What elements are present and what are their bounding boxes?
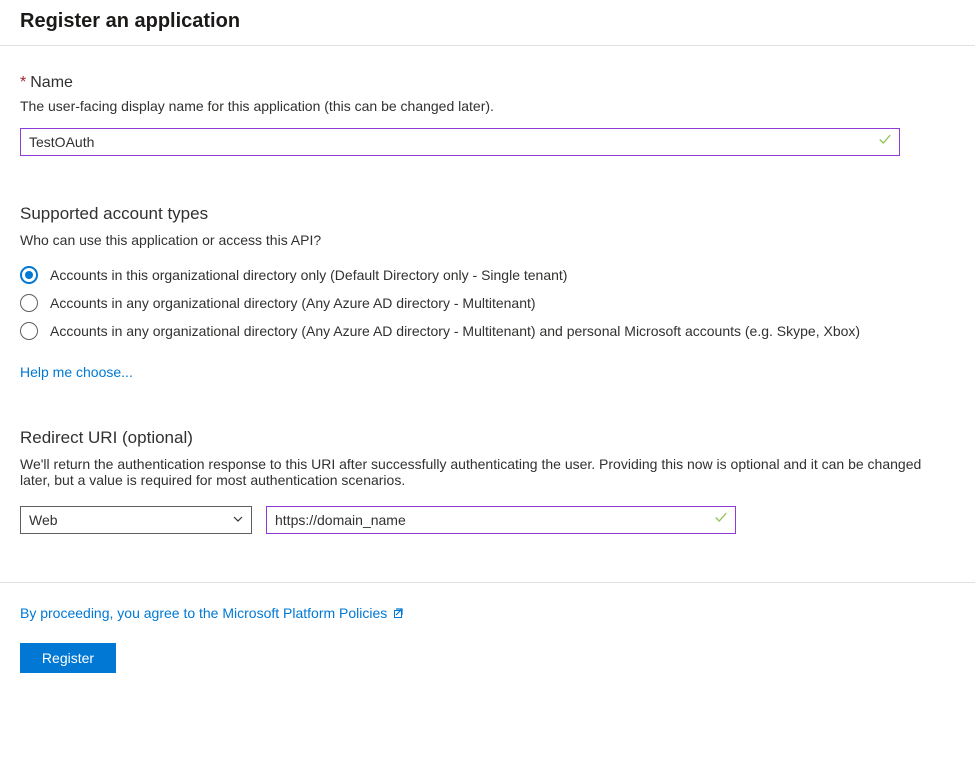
- radio-icon: [20, 266, 38, 284]
- radio-label: Accounts in any organizational directory…: [50, 295, 536, 311]
- radio-icon: [20, 294, 38, 312]
- page-title: Register an application: [20, 10, 955, 33]
- chevron-down-icon: [232, 512, 244, 528]
- section-redirect-uri: Redirect URI (optional) We'll return the…: [20, 428, 955, 534]
- required-indicator: *: [20, 74, 26, 92]
- radio-option-single-tenant[interactable]: Accounts in this organizational director…: [20, 266, 955, 284]
- redirect-uri-description: We'll return the authentication response…: [20, 456, 940, 488]
- external-link-icon: [393, 607, 405, 619]
- name-description: The user-facing display name for this ap…: [20, 98, 955, 114]
- radio-label: Accounts in this organizational director…: [50, 267, 567, 283]
- register-button[interactable]: Register: [20, 643, 116, 673]
- checkmark-icon: [878, 133, 892, 152]
- account-types-radio-group: Accounts in this organizational director…: [20, 266, 955, 340]
- section-name: * Name The user-facing display name for …: [20, 74, 955, 156]
- page-header: Register an application: [0, 0, 975, 46]
- policy-link[interactable]: By proceeding, you agree to the Microsof…: [20, 605, 955, 621]
- redirect-uri-title: Redirect URI (optional): [20, 428, 955, 448]
- policy-link-text: By proceeding, you agree to the Microsof…: [20, 605, 387, 621]
- radio-option-multitenant[interactable]: Accounts in any organizational directory…: [20, 294, 955, 312]
- footer: By proceeding, you agree to the Microsof…: [0, 583, 975, 695]
- account-types-subtitle: Who can use this application or access t…: [20, 232, 955, 248]
- name-input[interactable]: [20, 128, 900, 156]
- redirect-uri-input[interactable]: [266, 506, 736, 534]
- checkmark-icon: [714, 511, 728, 530]
- radio-icon: [20, 322, 38, 340]
- section-account-types: Supported account types Who can use this…: [20, 204, 955, 380]
- help-me-choose-link[interactable]: Help me choose...: [20, 364, 955, 380]
- radio-option-multitenant-personal[interactable]: Accounts in any organizational directory…: [20, 322, 955, 340]
- platform-select[interactable]: Web: [20, 506, 252, 534]
- name-label: Name: [30, 74, 73, 92]
- platform-selected-value: Web: [29, 512, 58, 528]
- radio-label: Accounts in any organizational directory…: [50, 323, 860, 339]
- account-types-title: Supported account types: [20, 204, 955, 224]
